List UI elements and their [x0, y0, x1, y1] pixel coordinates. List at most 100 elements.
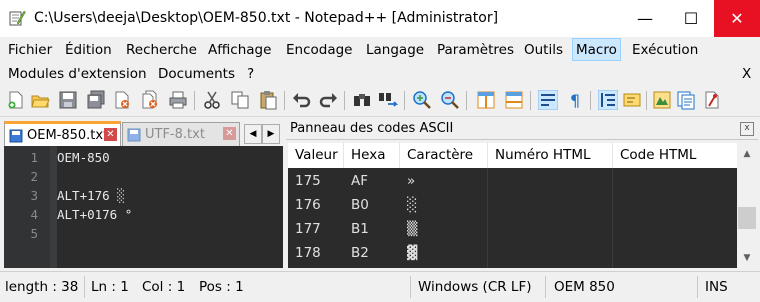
scroll-thumb[interactable] — [738, 207, 756, 229]
open-file-icon[interactable] — [30, 90, 50, 110]
minimize-button[interactable]: — — [622, 0, 668, 37]
cell-html-number — [488, 217, 495, 241]
column-header-caractere[interactable]: Caractère — [400, 143, 488, 168]
tab-next-button[interactable]: ▶ — [262, 124, 280, 144]
paste-icon[interactable] — [258, 90, 278, 110]
cell-html-number — [488, 169, 495, 193]
toolbar-separator — [590, 91, 591, 110]
tab-oem-850[interactable]: OEM-850.txt ✕ — [4, 121, 121, 147]
close-button[interactable]: ✕ — [714, 0, 760, 37]
status-eol[interactable]: Windows (CR LF) — [418, 279, 531, 295]
status-column: Col : 1 — [142, 279, 186, 295]
redo-icon[interactable] — [318, 90, 338, 110]
sync-horizontal-icon[interactable] — [504, 90, 524, 110]
menu-macro[interactable]: Macro — [572, 38, 621, 61]
cut-icon[interactable] — [202, 90, 222, 110]
zoom-out-icon[interactable] — [440, 90, 460, 110]
sync-vertical-icon[interactable] — [476, 90, 496, 110]
cell-html-code — [613, 241, 620, 265]
close-icon: ✕ — [730, 9, 744, 28]
status-separator — [84, 276, 85, 298]
close-document-button[interactable]: X — [742, 66, 751, 82]
scroll-down-icon[interactable]: ▼ — [737, 249, 757, 267]
fold-margin — [50, 146, 57, 268]
status-insert-mode[interactable]: INS — [705, 279, 728, 295]
cell-char: ░ — [407, 197, 418, 213]
zoom-in-icon[interactable] — [412, 90, 432, 110]
save-all-icon[interactable] — [86, 90, 106, 110]
menu-help[interactable]: ? — [247, 66, 254, 82]
maximize-button[interactable]: ☐ — [668, 0, 714, 37]
code-line: ALT+176 ░ — [57, 188, 125, 203]
word-wrap-icon[interactable] — [538, 90, 558, 110]
menu-bar-row2: Modules d'extension Documents ? X — [0, 62, 760, 86]
menu-edition[interactable]: Édition — [65, 42, 112, 58]
show-all-chars-icon[interactable]: ¶ — [566, 90, 586, 110]
close-all-icon[interactable] — [140, 90, 160, 110]
status-encoding[interactable]: OEM 850 — [554, 279, 615, 295]
cell-html-number — [488, 241, 495, 265]
tab-close-icon[interactable]: ✕ — [223, 127, 236, 140]
saved-file-icon — [9, 129, 23, 142]
tab-close-icon[interactable]: ✕ — [104, 128, 117, 141]
notepadpp-app-icon — [9, 10, 26, 26]
menu-fichier[interactable]: Fichier — [8, 42, 52, 58]
save-icon[interactable] — [58, 90, 78, 110]
toolbar-separator — [344, 91, 345, 110]
document-map-icon[interactable] — [622, 90, 642, 110]
menu-langage[interactable]: Langage — [366, 42, 424, 58]
menu-execution[interactable]: Exécution — [632, 42, 698, 58]
column-header-valeur[interactable]: Valeur — [288, 143, 344, 168]
ascii-table-scrollbar[interactable]: ▲ ▼ — [737, 143, 757, 268]
maximize-icon: ☐ — [683, 9, 699, 28]
cell-char: » — [407, 173, 416, 189]
column-header-numero-html[interactable]: Numéro HTML — [488, 143, 613, 168]
table-row[interactable]: 176 B0 ░ — [288, 193, 737, 217]
cell-hex: AF — [351, 173, 369, 189]
cell-html-code — [613, 193, 620, 217]
window-title: C:\Users\deeja\Desktop\OEM-850.txt - Not… — [34, 10, 499, 26]
toolbar-separator — [530, 91, 531, 110]
column-header-hexa[interactable]: Hexa — [344, 143, 400, 168]
function-list-icon[interactable] — [676, 90, 696, 110]
copy-icon[interactable] — [230, 90, 250, 110]
ascii-panel-header: Panneau des codes ASCII x — [286, 119, 758, 140]
menu-encodage[interactable]: Encodage — [286, 42, 353, 58]
cell-html-number — [488, 193, 495, 217]
new-file-icon[interactable] — [6, 90, 26, 110]
folder-workspace-icon[interactable] — [652, 90, 672, 110]
replace-icon[interactable] — [378, 90, 398, 110]
find-icon[interactable] — [352, 90, 372, 110]
column-header-code-html[interactable]: Code HTML — [613, 143, 737, 168]
status-separator — [545, 276, 546, 298]
indent-guide-icon[interactable] — [598, 90, 618, 110]
status-separator — [410, 276, 411, 298]
panel-close-icon[interactable]: x — [740, 122, 754, 136]
menu-outils[interactable]: Outils — [524, 42, 563, 58]
table-row[interactable]: 175 AF » — [288, 169, 737, 193]
tab-utf-8[interactable]: UTF-8.txt ✕ — [122, 122, 240, 146]
scroll-up-icon[interactable]: ▲ — [737, 145, 757, 163]
print-icon[interactable] — [168, 90, 188, 110]
menu-recherche[interactable]: Recherche — [126, 42, 197, 58]
line-number: 1 — [30, 150, 38, 165]
menu-affichage[interactable]: Affichage — [208, 42, 271, 58]
tab-label: UTF-8.txt — [145, 127, 205, 142]
menu-documents[interactable]: Documents — [158, 66, 235, 82]
menu-parametres[interactable]: Paramètres — [437, 42, 514, 58]
toolbar: ¶ — [0, 86, 760, 117]
monitoring-icon[interactable] — [702, 90, 722, 110]
status-position: Pos : 1 — [199, 279, 244, 295]
table-row[interactable]: 178 B2 ▓ — [288, 241, 737, 265]
undo-icon[interactable] — [292, 90, 312, 110]
cell-value: 178 — [295, 245, 321, 261]
editor-area[interactable]: 1 OEM-850 2 3 ALT+176 ░ 4 ALT+0176 ° 5 — [4, 146, 283, 268]
ascii-panel-title: Panneau des codes ASCII — [290, 121, 454, 136]
table-row[interactable]: 177 B1 ▒ — [288, 217, 737, 241]
tab-prev-button[interactable]: ◀ — [244, 124, 262, 144]
menu-modules[interactable]: Modules d'extension — [8, 66, 147, 82]
code-line: OEM-850 — [57, 150, 110, 165]
cell-char: ▒ — [407, 221, 418, 237]
close-icon[interactable] — [112, 90, 132, 110]
cell-html-code — [613, 169, 620, 193]
